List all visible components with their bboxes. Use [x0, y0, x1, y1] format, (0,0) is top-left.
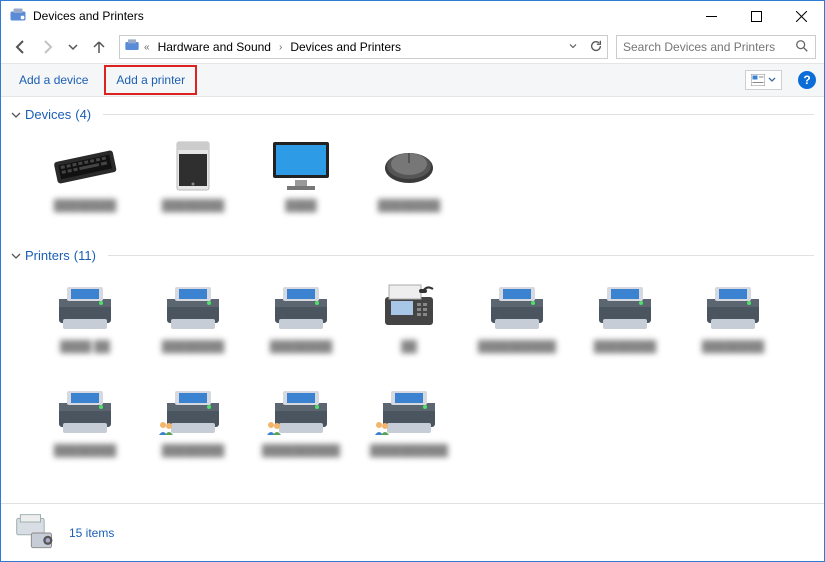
devices-grid: ████████████████████████████ [1, 126, 824, 244]
chevron-down-icon [11, 110, 21, 120]
breadcrumb-hardware-sound[interactable]: Hardware and Sound [154, 38, 275, 56]
shared-badge-icon [157, 419, 175, 437]
device-item[interactable]: ██████████ [247, 375, 355, 479]
content-pane: Devices (4) ████████████████████████████… [1, 97, 824, 503]
item-label: ████ [249, 200, 353, 228]
device-item[interactable]: ████████ [31, 375, 139, 479]
device-item[interactable]: ████████ [355, 130, 463, 234]
item-label: ████████ [681, 341, 785, 369]
status-bar: 15 items [1, 503, 824, 561]
printer-icon [265, 277, 337, 337]
keyboard-icon [49, 136, 121, 196]
device-item[interactable]: ████████ [139, 271, 247, 375]
chevron-right-icon: › [279, 42, 282, 53]
item-label: ████████ [141, 200, 245, 228]
search-box[interactable] [616, 35, 816, 59]
device-item[interactable]: ████ [247, 130, 355, 234]
device-item[interactable]: ████████ [139, 130, 247, 234]
group-count: (11) [74, 248, 96, 263]
item-label: ████████ [141, 445, 245, 473]
item-label: ████████ [357, 200, 461, 228]
breadcrumb-devices-printers[interactable]: Devices and Printers [286, 38, 405, 56]
item-label: ██ [357, 341, 461, 369]
chevron-down-icon [11, 251, 21, 261]
search-input[interactable] [623, 40, 795, 54]
command-bar: Add a device Add a printer ? [1, 63, 824, 97]
status-text: 15 items [69, 526, 114, 540]
item-label: ██████████ [249, 445, 353, 473]
item-label: ████████ [33, 445, 137, 473]
item-label: ████ ██ [33, 341, 137, 369]
shared-badge-icon [265, 419, 283, 437]
group-header-printers[interactable]: Printers (11) [1, 244, 824, 267]
item-label: ████████ [249, 341, 353, 369]
chevron-down-icon [768, 76, 776, 84]
group-title: Devices [25, 107, 71, 122]
item-label: ██████████ [357, 445, 461, 473]
printers-grid: ████ ███████████████████████████████████… [1, 267, 824, 489]
back-button[interactable] [9, 35, 33, 59]
app-icon-small [124, 38, 140, 57]
device-item[interactable]: ██ [355, 271, 463, 375]
devices-printers-icon [13, 511, 57, 555]
recent-dropdown[interactable] [61, 35, 85, 59]
monitor-icon [265, 136, 337, 196]
add-device-button[interactable]: Add a device [9, 67, 98, 93]
device-item[interactable]: ████████ [679, 271, 787, 375]
app-icon [9, 7, 27, 25]
navbar: « Hardware and Sound › Devices and Print… [1, 31, 824, 63]
titlebar: Devices and Printers [1, 1, 824, 31]
device-item[interactable]: ████████ [571, 271, 679, 375]
breadcrumb-overflow[interactable]: « [144, 42, 150, 53]
printer-icon [157, 277, 229, 337]
window-title: Devices and Printers [33, 9, 144, 23]
printer-icon [697, 277, 769, 337]
address-dropdown[interactable] [567, 40, 579, 55]
maximize-button[interactable] [734, 1, 779, 31]
device-item[interactable]: ██████████ [463, 271, 571, 375]
fax-icon [373, 277, 445, 337]
mouse-icon [373, 136, 445, 196]
search-icon[interactable] [795, 39, 809, 56]
close-button[interactable] [779, 1, 824, 31]
item-label: ████████ [141, 341, 245, 369]
refresh-button[interactable] [589, 39, 603, 56]
pc-icon [157, 136, 229, 196]
item-label: ██████████ [465, 341, 569, 369]
group-count: (4) [75, 107, 91, 122]
item-label: ████████ [573, 341, 677, 369]
window-root: Devices and Printers « Hardware and Soun… [0, 0, 825, 562]
printer-icon [49, 277, 121, 337]
printer-icon [481, 277, 553, 337]
printer-icon [49, 381, 121, 441]
help-button[interactable]: ? [798, 71, 816, 89]
forward-button[interactable] [35, 35, 59, 59]
device-item[interactable]: ████████ [247, 271, 355, 375]
group-header-devices[interactable]: Devices (4) [1, 103, 824, 126]
up-button[interactable] [87, 35, 111, 59]
shared-badge-icon [373, 419, 391, 437]
add-printer-button[interactable]: Add a printer [104, 65, 197, 95]
minimize-button[interactable] [689, 1, 734, 31]
device-item[interactable]: ████████ [31, 130, 139, 234]
item-label: ████████ [33, 200, 137, 228]
address-bar[interactable]: « Hardware and Sound › Devices and Print… [119, 35, 608, 59]
group-title: Printers [25, 248, 70, 263]
device-item[interactable]: ██████████ [355, 375, 463, 479]
device-item[interactable]: ████ ██ [31, 271, 139, 375]
printer-icon [589, 277, 661, 337]
view-options-button[interactable] [745, 70, 782, 90]
device-item[interactable]: ████████ [139, 375, 247, 479]
